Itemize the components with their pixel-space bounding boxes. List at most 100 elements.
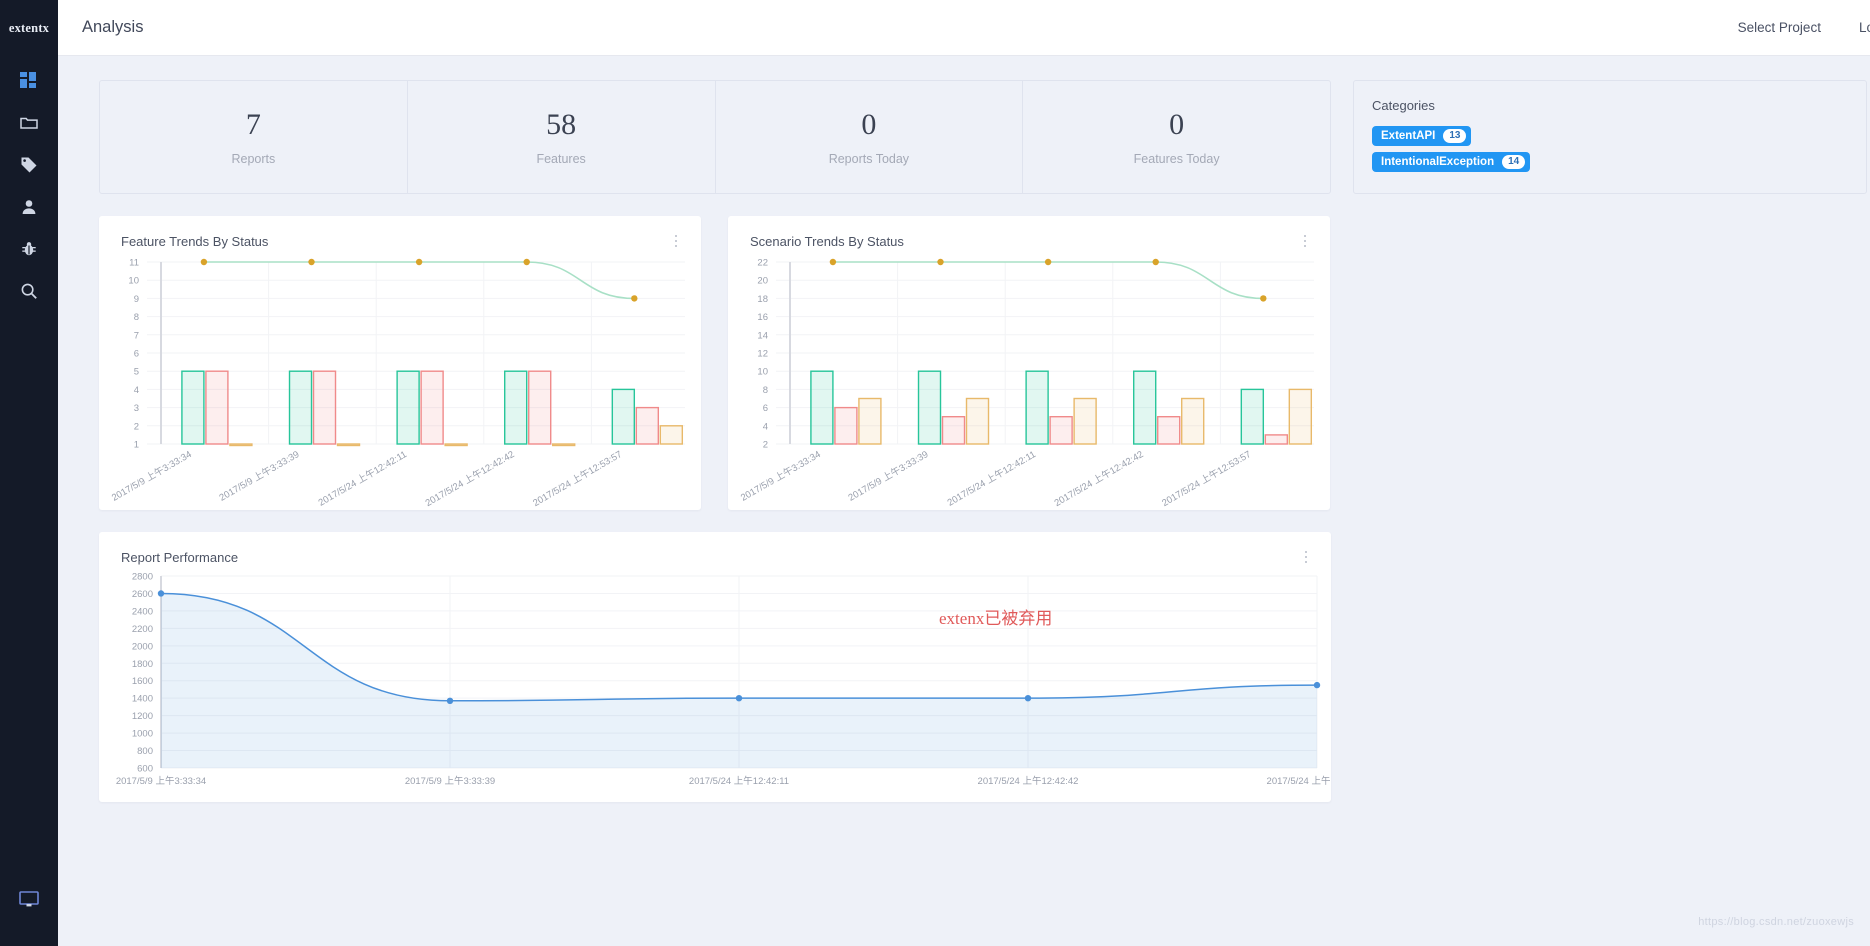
brand-logo[interactable]: extentx [9,21,49,36]
svg-text:5: 5 [134,367,139,378]
panel-feature-trends: Feature Trends By Status 11 10 9 8 7 6 5 4 3 2 1 20… [99,216,701,510]
svg-text:3: 3 [134,403,139,414]
svg-text:10: 10 [128,276,139,287]
select-project-link[interactable]: Select Project [1738,20,1821,35]
user-icon [20,198,38,216]
svg-text:20: 20 [757,276,768,287]
category-chip[interactable]: ExtentAPI 13 [1372,126,1472,146]
tag-icon [20,156,38,174]
page-title: Analysis [82,18,144,36]
svg-text:1: 1 [134,440,139,451]
sidebar-item-dashboard[interactable] [0,60,58,102]
svg-text:4: 4 [763,421,768,432]
svg-text:22: 22 [757,258,768,269]
panel-menu-icon[interactable] [669,232,683,250]
stat-value: 0 [1169,108,1185,142]
stat-features: 58 Features [408,81,716,193]
categories-card: Categories ExtentAPI 13 IntentionalExcep… [1353,80,1867,194]
panel-title: Report Performance [121,550,239,565]
panel-menu-icon[interactable] [1299,548,1313,566]
stat-value: 58 [546,108,577,142]
category-chip[interactable]: IntentionalException 14 [1372,152,1531,172]
topbar: Analysis Select Project Login [58,0,1870,56]
stat-label: Reports [231,151,276,166]
category-chip-count: 13 [1443,129,1467,143]
grid-icon [20,72,38,90]
stat-features-today: 0 Features Today [1023,81,1330,193]
top-row: 7 Reports 58 Features 0 Reports Today 0 … [58,80,1870,194]
svg-text:2017/5/9 上午3:33:34: 2017/5/9 上午3:33:34 [116,775,206,787]
panel-report-performance: Report Performance 2800 2600 2400 2200 2000 1… [99,532,1331,802]
svg-text:8: 8 [763,385,768,396]
svg-text:6: 6 [763,403,768,414]
svg-text:2600: 2600 [132,589,153,600]
svg-text:7: 7 [134,330,139,341]
stats-card: 7 Reports 58 Features 0 Reports Today 0 … [99,80,1331,194]
folder-icon [20,114,38,132]
svg-text:2200: 2200 [132,624,153,635]
svg-text:11: 11 [129,258,139,269]
svg-text:1600: 1600 [132,676,153,687]
main-area: Analysis Select Project Login 7 Reports … [58,0,1870,946]
stat-label: Reports Today [828,151,910,166]
sidebar-item-defects[interactable] [0,228,58,270]
svg-text:2017/5/24 上午12:42:11: 2017/5/24 上午12:42:11 [945,448,1038,508]
svg-text:9: 9 [134,294,139,305]
svg-text:1400: 1400 [132,694,153,705]
svg-text:6: 6 [134,349,139,360]
svg-text:2017/5/9 上午3:33:39: 2017/5/9 上午3:33:39 [405,775,495,787]
stat-value: 0 [861,108,877,142]
watermark: https://blog.csdn.net/zuoxewjs [1698,916,1854,928]
trend-panels-row: Feature Trends By Status 11 10 9 8 7 6 5 4 3 2 1 20… [58,194,1870,510]
report-performance-chart: 2800 2600 2400 2200 2000 1800 1600 1400 1200 1000… [99,566,1331,802]
svg-text:4: 4 [134,385,139,396]
svg-text:2017/5/9 上午3:33:39: 2017/5/9 上午3:33:39 [217,448,301,504]
svg-text:800: 800 [137,746,153,757]
content-area: 7 Reports 58 Features 0 Reports Today 0 … [58,56,1870,946]
app-root: extentx Analysis Select Project L 7 Repo… [0,0,1870,946]
monitor-icon [19,890,39,908]
svg-text:10: 10 [757,367,768,378]
svg-text:18: 18 [757,294,768,305]
svg-text:2000: 2000 [132,641,153,652]
stat-reports: 7 Reports [100,81,408,193]
overlay-note: extenx已被弃用 [939,609,1053,628]
sidebar-item-users[interactable] [0,186,58,228]
svg-text:2017/5/9 上午3:33:34: 2017/5/9 上午3:33:34 [738,448,822,504]
svg-text:1800: 1800 [132,659,153,670]
panel-menu-icon[interactable] [1298,232,1312,250]
svg-text:2017/5/24 上午12:42:42: 2017/5/24 上午12:42:42 [1052,448,1145,509]
sidebar-item-desktop[interactable] [0,878,58,920]
stat-reports-today: 0 Reports Today [716,81,1024,193]
svg-text:1200: 1200 [132,711,153,722]
svg-text:2017/5/24 上午12:42:42: 2017/5/24 上午12:42:42 [978,775,1079,787]
category-chip-label: ExtentAPI [1381,130,1436,142]
svg-text:8: 8 [134,312,139,323]
svg-text:2017/5/9 上午3:33:39: 2017/5/9 上午3:33:39 [846,448,930,504]
login-link[interactable]: Login [1859,20,1870,35]
sidebar-item-search[interactable] [0,270,58,312]
svg-text:1000: 1000 [132,729,153,740]
panel-title: Scenario Trends By Status [750,234,904,249]
svg-text:2017/5/9 上午3:33:34: 2017/5/9 上午3:33:34 [109,448,193,504]
svg-text:2: 2 [763,440,768,451]
svg-text:2800: 2800 [132,572,153,583]
stat-value: 7 [245,108,261,142]
category-chip-label: IntentionalException [1381,156,1495,168]
svg-text:12: 12 [757,349,768,360]
svg-text:14: 14 [757,330,768,341]
svg-text:2017/5/24 上午12:42:11: 2017/5/24 上午12:42:11 [689,775,789,787]
svg-text:2017/5/24 上午12:53:57: 2017/5/24 上午12:53:57 [531,448,624,509]
feature-trends-chart: 11 10 9 8 7 6 5 4 3 2 1 2017/5/9 上午3:33:34 2017/5/9 … [99,250,701,510]
categories-title: Categories [1372,98,1435,113]
stat-label: Features Today [1133,151,1220,166]
topbar-actions: Select Project Login [1738,20,1870,35]
scenario-trends-chart: 22 20 18 16 14 12 10 8 6 4 2 2017/5/9 上午3:33:34 2017… [728,250,1330,510]
sidebar: extentx [0,0,58,946]
svg-text:16: 16 [757,312,768,323]
category-chip-list: ExtentAPI 13 IntentionalException 14 [1372,126,1866,178]
sidebar-item-projects[interactable] [0,102,58,144]
stat-label: Features [536,151,586,166]
sidebar-item-tags[interactable] [0,144,58,186]
search-icon [20,282,38,300]
